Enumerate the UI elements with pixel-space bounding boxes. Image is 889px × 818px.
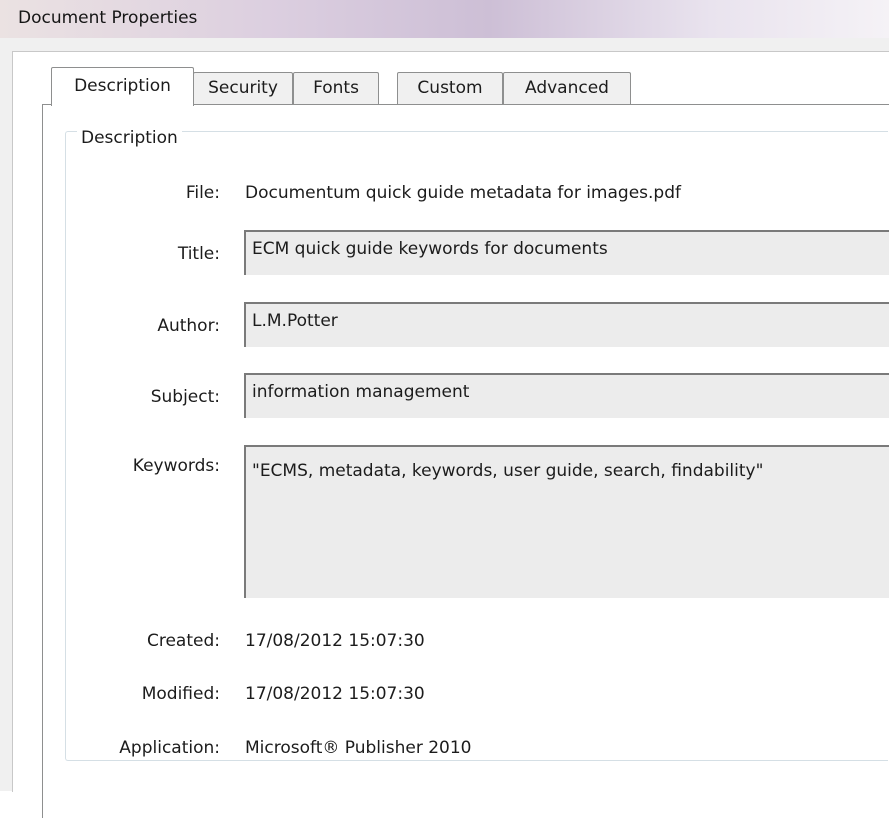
modified-label: Modified: [141,684,220,704]
window-title: Document Properties [18,8,198,28]
title-label: Title: [177,244,220,264]
description-group-title: Description [77,128,182,148]
keywords-label: Keywords: [132,456,220,476]
tab-fonts[interactable]: Fonts [293,72,379,104]
application-value: Microsoft® Publisher 2010 [245,738,472,758]
tab-security[interactable]: Security [193,72,293,104]
keywords-field[interactable]: "ECMS, metadata, keywords, user guide, s… [244,445,889,598]
tab-custom-label: Custom [417,78,483,98]
subject-field[interactable]: information management [244,373,889,418]
file-label: File: [185,183,220,203]
tab-description-label: Description [74,76,171,96]
created-label: Created: [146,631,220,651]
subject-label: Subject: [150,387,220,407]
title-field[interactable]: ECM quick guide keywords for documents [244,230,889,275]
tab-custom[interactable]: Custom [397,72,503,104]
tab-security-label: Security [208,78,278,98]
tab-fonts-label: Fonts [313,78,359,98]
application-label: Application: [119,738,220,758]
keywords-field-value: "ECMS, metadata, keywords, user guide, s… [252,461,764,481]
author-field-value: L.M.Potter [252,311,338,331]
tab-description[interactable]: Description [51,67,194,106]
document-properties-dialog: Document Properties Description Security… [0,0,889,818]
modified-value: 17/08/2012 15:07:30 [245,684,425,704]
title-bar[interactable]: Document Properties [0,0,889,38]
title-field-value: ECM quick guide keywords for documents [252,239,608,259]
tab-advanced-label: Advanced [525,78,609,98]
author-label: Author: [157,316,220,336]
created-value: 17/08/2012 15:07:30 [245,631,425,651]
tab-advanced[interactable]: Advanced [503,72,631,104]
file-value: Documentum quick guide metadata for imag… [245,183,681,203]
subject-field-value: information management [252,382,470,402]
author-field[interactable]: L.M.Potter [244,302,889,347]
